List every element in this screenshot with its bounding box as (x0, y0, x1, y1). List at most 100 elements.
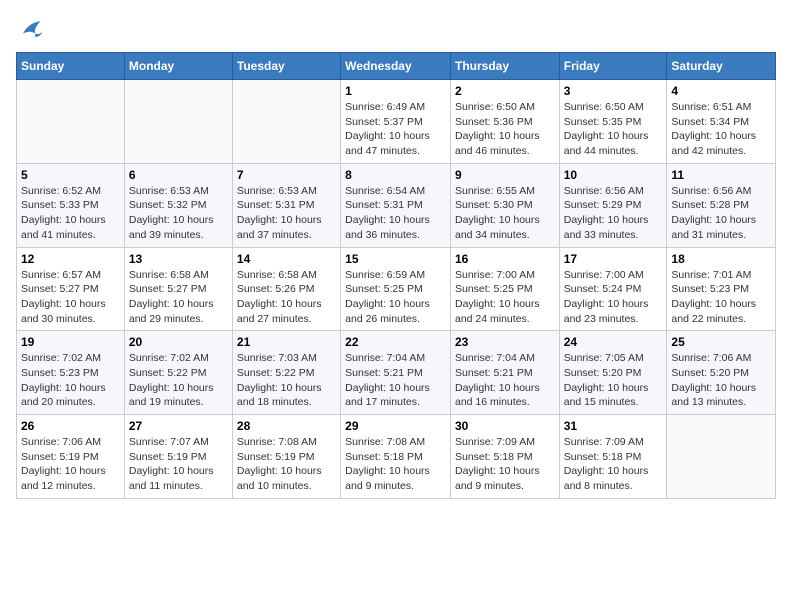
day-info: Sunrise: 6:49 AM Sunset: 5:37 PM Dayligh… (345, 100, 446, 159)
day-info: Sunrise: 7:02 AM Sunset: 5:23 PM Dayligh… (21, 351, 120, 410)
day-info: Sunrise: 6:52 AM Sunset: 5:33 PM Dayligh… (21, 184, 120, 243)
day-info: Sunrise: 7:08 AM Sunset: 5:19 PM Dayligh… (237, 435, 336, 494)
day-of-week-header: Friday (559, 53, 667, 80)
calendar-cell: 22 Sunrise: 7:04 AM Sunset: 5:21 PM Dayli… (341, 331, 451, 415)
calendar-week-row: 5 Sunrise: 6:52 AM Sunset: 5:33 PM Daylig… (17, 163, 776, 247)
day-number: 28 (237, 419, 336, 433)
day-number: 16 (455, 252, 555, 266)
day-info: Sunrise: 7:00 AM Sunset: 5:25 PM Dayligh… (455, 268, 555, 327)
logo-bird-icon (16, 16, 44, 44)
day-number: 12 (21, 252, 120, 266)
day-of-week-header: Wednesday (341, 53, 451, 80)
day-number: 30 (455, 419, 555, 433)
day-of-week-header: Saturday (667, 53, 776, 80)
calendar-cell: 6 Sunrise: 6:53 AM Sunset: 5:32 PM Daylig… (124, 163, 232, 247)
day-number: 5 (21, 168, 120, 182)
day-number: 25 (671, 335, 771, 349)
day-number: 22 (345, 335, 446, 349)
calendar-cell: 4 Sunrise: 6:51 AM Sunset: 5:34 PM Daylig… (667, 80, 776, 164)
day-info: Sunrise: 7:04 AM Sunset: 5:21 PM Dayligh… (345, 351, 446, 410)
calendar-cell: 28 Sunrise: 7:08 AM Sunset: 5:19 PM Dayli… (232, 415, 340, 499)
day-number: 31 (564, 419, 663, 433)
day-info: Sunrise: 7:08 AM Sunset: 5:18 PM Dayligh… (345, 435, 446, 494)
day-number: 4 (671, 84, 771, 98)
logo (16, 16, 48, 44)
calendar-cell: 15 Sunrise: 6:59 AM Sunset: 5:25 PM Dayli… (341, 247, 451, 331)
day-of-week-header: Monday (124, 53, 232, 80)
calendar-cell: 11 Sunrise: 6:56 AM Sunset: 5:28 PM Dayli… (667, 163, 776, 247)
day-info: Sunrise: 7:05 AM Sunset: 5:20 PM Dayligh… (564, 351, 663, 410)
day-number: 1 (345, 84, 446, 98)
day-number: 21 (237, 335, 336, 349)
day-number: 6 (129, 168, 228, 182)
calendar-table: SundayMondayTuesdayWednesdayThursdayFrid… (16, 52, 776, 499)
calendar-cell: 5 Sunrise: 6:52 AM Sunset: 5:33 PM Daylig… (17, 163, 125, 247)
page-header (16, 16, 776, 44)
day-info: Sunrise: 7:00 AM Sunset: 5:24 PM Dayligh… (564, 268, 663, 327)
day-info: Sunrise: 6:51 AM Sunset: 5:34 PM Dayligh… (671, 100, 771, 159)
calendar-cell: 10Sunrise: 6:56 AM Sunset: 5:29 PM Dayli… (559, 163, 667, 247)
day-info: Sunrise: 7:06 AM Sunset: 5:20 PM Dayligh… (671, 351, 771, 410)
calendar-cell: 30 Sunrise: 7:09 AM Sunset: 5:18 PM Dayli… (450, 415, 559, 499)
calendar-cell: 21 Sunrise: 7:03 AM Sunset: 5:22 PM Dayli… (232, 331, 340, 415)
day-number: 23 (455, 335, 555, 349)
day-number: 15 (345, 252, 446, 266)
day-number: 13 (129, 252, 228, 266)
calendar-cell: 9 Sunrise: 6:55 AM Sunset: 5:30 PM Daylig… (450, 163, 559, 247)
calendar-week-row: 19 Sunrise: 7:02 AM Sunset: 5:23 PM Dayli… (17, 331, 776, 415)
day-info: Sunrise: 6:57 AM Sunset: 5:27 PM Dayligh… (21, 268, 120, 327)
day-number: 24 (564, 335, 663, 349)
calendar-cell: 3 Sunrise: 6:50 AM Sunset: 5:35 PM Daylig… (559, 80, 667, 164)
day-number: 26 (21, 419, 120, 433)
calendar-cell: 13 Sunrise: 6:58 AM Sunset: 5:27 PM Dayli… (124, 247, 232, 331)
day-info: Sunrise: 6:53 AM Sunset: 5:32 PM Dayligh… (129, 184, 228, 243)
day-info: Sunrise: 7:07 AM Sunset: 5:19 PM Dayligh… (129, 435, 228, 494)
calendar-cell (17, 80, 125, 164)
day-info: Sunrise: 6:55 AM Sunset: 5:30 PM Dayligh… (455, 184, 555, 243)
calendar-cell: 29 Sunrise: 7:08 AM Sunset: 5:18 PM Dayli… (341, 415, 451, 499)
calendar-week-row: 26Sunrise: 7:06 AM Sunset: 5:19 PM Dayli… (17, 415, 776, 499)
day-number: 8 (345, 168, 446, 182)
day-info: Sunrise: 7:04 AM Sunset: 5:21 PM Dayligh… (455, 351, 555, 410)
day-of-week-header: Tuesday (232, 53, 340, 80)
calendar-cell: 26Sunrise: 7:06 AM Sunset: 5:19 PM Dayli… (17, 415, 125, 499)
calendar-cell: 23 Sunrise: 7:04 AM Sunset: 5:21 PM Dayli… (450, 331, 559, 415)
calendar-cell: 19 Sunrise: 7:02 AM Sunset: 5:23 PM Dayli… (17, 331, 125, 415)
day-info: Sunrise: 6:58 AM Sunset: 5:26 PM Dayligh… (237, 268, 336, 327)
calendar-cell: 17 Sunrise: 7:00 AM Sunset: 5:24 PM Dayli… (559, 247, 667, 331)
day-info: Sunrise: 7:09 AM Sunset: 5:18 PM Dayligh… (455, 435, 555, 494)
calendar-week-row: 1 Sunrise: 6:49 AM Sunset: 5:37 PM Daylig… (17, 80, 776, 164)
calendar-cell: 27Sunrise: 7:07 AM Sunset: 5:19 PM Dayli… (124, 415, 232, 499)
day-number: 20 (129, 335, 228, 349)
day-number: 29 (345, 419, 446, 433)
day-number: 11 (671, 168, 771, 182)
day-number: 2 (455, 84, 555, 98)
day-info: Sunrise: 6:59 AM Sunset: 5:25 PM Dayligh… (345, 268, 446, 327)
day-number: 14 (237, 252, 336, 266)
calendar-cell: 7Sunrise: 6:53 AM Sunset: 5:31 PM Daylig… (232, 163, 340, 247)
day-number: 10 (564, 168, 663, 182)
day-info: Sunrise: 6:54 AM Sunset: 5:31 PM Dayligh… (345, 184, 446, 243)
calendar-header-row: SundayMondayTuesdayWednesdayThursdayFrid… (17, 53, 776, 80)
calendar-cell (124, 80, 232, 164)
calendar-cell: 2Sunrise: 6:50 AM Sunset: 5:36 PM Daylig… (450, 80, 559, 164)
calendar-cell: 31Sunrise: 7:09 AM Sunset: 5:18 PM Dayli… (559, 415, 667, 499)
day-number: 19 (21, 335, 120, 349)
calendar-cell: 20 Sunrise: 7:02 AM Sunset: 5:22 PM Dayli… (124, 331, 232, 415)
day-number: 18 (671, 252, 771, 266)
day-info: Sunrise: 7:03 AM Sunset: 5:22 PM Dayligh… (237, 351, 336, 410)
day-number: 3 (564, 84, 663, 98)
calendar-cell: 24 Sunrise: 7:05 AM Sunset: 5:20 PM Dayli… (559, 331, 667, 415)
day-number: 17 (564, 252, 663, 266)
day-info: Sunrise: 7:01 AM Sunset: 5:23 PM Dayligh… (671, 268, 771, 327)
day-number: 9 (455, 168, 555, 182)
day-of-week-header: Sunday (17, 53, 125, 80)
day-info: Sunrise: 6:58 AM Sunset: 5:27 PM Dayligh… (129, 268, 228, 327)
calendar-cell: 14 Sunrise: 6:58 AM Sunset: 5:26 PM Dayli… (232, 247, 340, 331)
day-info: Sunrise: 6:56 AM Sunset: 5:28 PM Dayligh… (671, 184, 771, 243)
day-of-week-header: Thursday (450, 53, 559, 80)
day-info: Sunrise: 7:02 AM Sunset: 5:22 PM Dayligh… (129, 351, 228, 410)
day-info: Sunrise: 6:50 AM Sunset: 5:35 PM Dayligh… (564, 100, 663, 159)
calendar-cell: 1 Sunrise: 6:49 AM Sunset: 5:37 PM Daylig… (341, 80, 451, 164)
calendar-cell (667, 415, 776, 499)
